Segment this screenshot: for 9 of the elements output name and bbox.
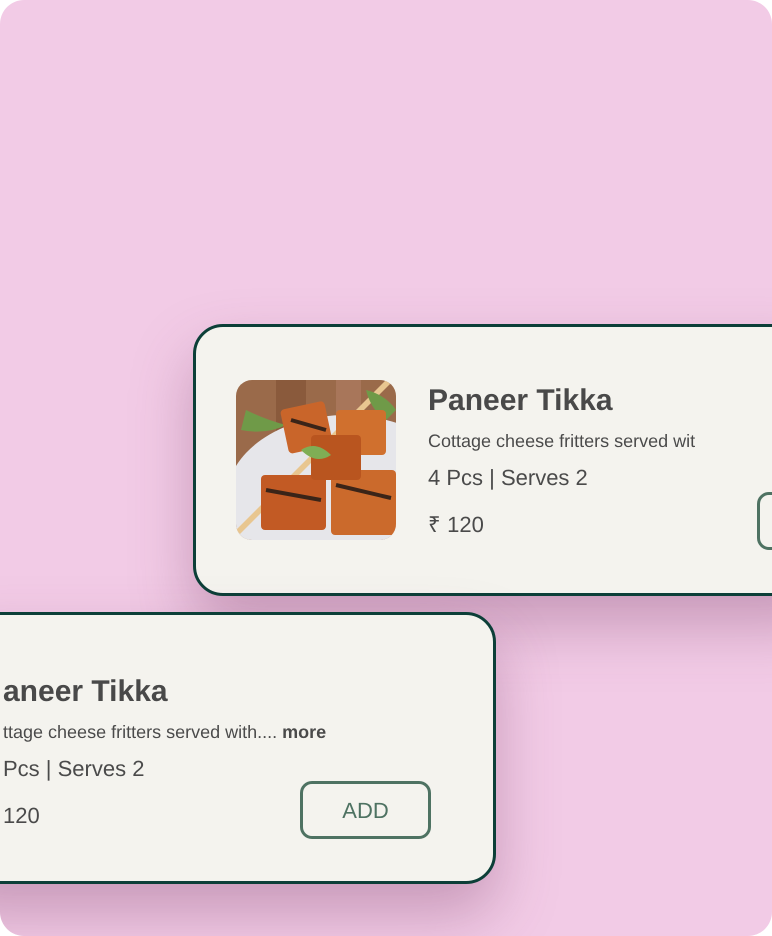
dish-description: Cottage cheese fritters served wit <box>428 430 696 453</box>
price: 120 <box>3 802 41 830</box>
dish-description: ttage cheese fritters served with.... more <box>3 721 326 744</box>
dish-title: Paneer Tikka <box>428 386 614 416</box>
portion-info: Pcs | Serves 2 <box>3 755 146 783</box>
portion-info: 4 Pcs | Serves 2 <box>428 464 589 492</box>
dish-title: aneer Tikka <box>3 677 169 707</box>
price: ₹ 120 <box>428 511 485 539</box>
add-button[interactable]: ADD <box>300 781 431 839</box>
